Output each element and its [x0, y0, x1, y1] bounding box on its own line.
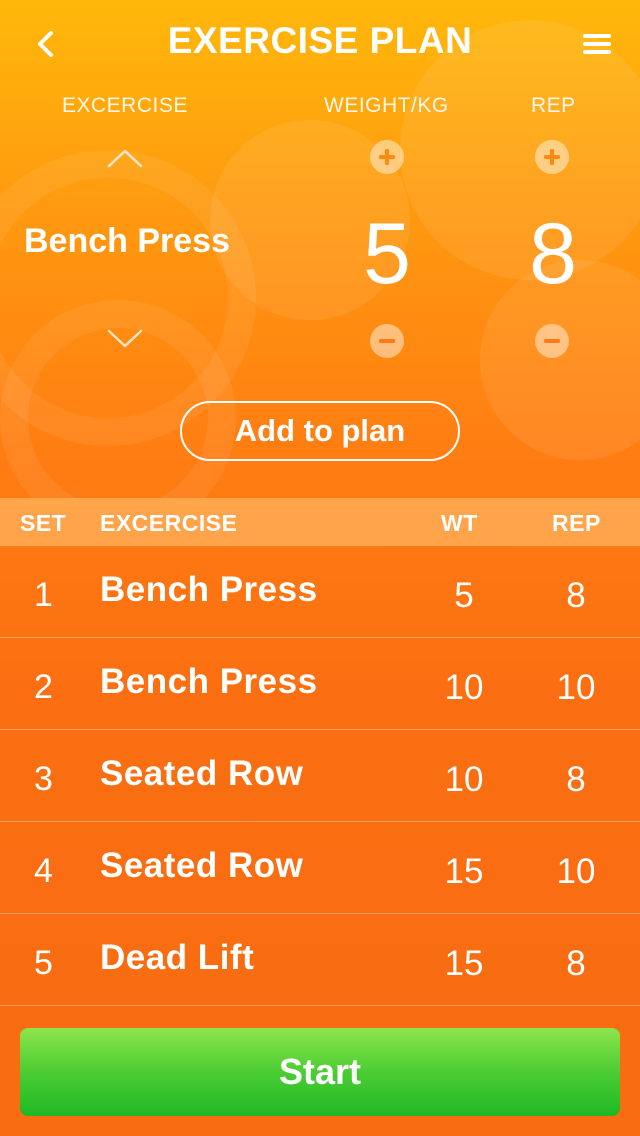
plus-circle-icon — [379, 149, 395, 165]
decrease-weight-button[interactable] — [370, 324, 404, 358]
rep-cell: 10 — [556, 852, 596, 891]
previous-exercise-button[interactable] — [105, 146, 145, 170]
table-row[interactable]: 3 Seated Row 10 8 — [0, 730, 640, 822]
weight-value: 5 — [363, 206, 411, 302]
weight-cell: 15 — [444, 852, 484, 891]
exercise-name: Seated Row — [100, 846, 304, 885]
chevron-down-icon — [107, 329, 143, 348]
decrease-rep-button[interactable] — [535, 324, 569, 358]
hamburger-menu-icon — [583, 34, 611, 54]
set-number: 1 — [34, 576, 53, 614]
back-button[interactable] — [26, 24, 66, 64]
exercise-column-header: EXCERCISE — [100, 510, 238, 536]
set-column-header: SET — [20, 510, 67, 536]
weight-column-label: WEIGHT/KG — [324, 94, 449, 117]
weight-cell: 10 — [444, 760, 484, 799]
plan-table-header: SET EXCERCISE WT REP — [0, 498, 640, 546]
set-number: 3 — [34, 760, 53, 798]
rep-value: 8 — [529, 206, 577, 302]
increase-rep-button[interactable] — [535, 140, 569, 174]
exercise-name: Bench Press — [100, 570, 318, 609]
wt-column-header: WT — [441, 510, 478, 536]
minus-circle-icon — [544, 339, 560, 343]
table-row[interactable]: 2 Bench Press 10 10 — [0, 638, 640, 730]
set-number: 2 — [34, 668, 53, 706]
set-number: 4 — [34, 852, 53, 890]
table-row[interactable]: 1 Bench Press 5 8 — [0, 546, 640, 638]
weight-cell: 5 — [454, 576, 474, 615]
next-exercise-button[interactable] — [105, 327, 145, 351]
weight-cell: 10 — [444, 668, 484, 707]
increase-weight-button[interactable] — [370, 140, 404, 174]
plus-circle-icon — [544, 149, 560, 165]
plan-table: 1 Bench Press 5 8 2 Bench Press 10 10 3 … — [0, 546, 640, 1006]
header-bar: EXERCISE PLAN — [0, 0, 640, 86]
table-row[interactable]: 5 Dead Lift 15 8 — [0, 914, 640, 1006]
rep-cell: 8 — [566, 760, 586, 799]
set-number: 5 — [34, 944, 53, 982]
chevron-left-icon — [38, 31, 53, 57]
table-row[interactable]: 4 Seated Row 15 10 — [0, 822, 640, 914]
current-exercise-value: Bench Press — [24, 222, 230, 260]
exercise-name: Dead Lift — [100, 938, 255, 977]
menu-button[interactable] — [576, 26, 618, 62]
rep-cell: 10 — [556, 668, 596, 707]
page-title: EXERCISE PLAN — [167, 20, 473, 61]
rep-cell: 8 — [566, 576, 586, 615]
rep-cell: 8 — [566, 944, 586, 983]
exercise-column-label: EXCERCISE — [62, 94, 188, 117]
chevron-up-icon — [107, 149, 143, 168]
rep-column-header: REP — [552, 510, 601, 536]
minus-circle-icon — [379, 339, 395, 343]
exercise-name: Bench Press — [100, 662, 318, 701]
weight-cell: 15 — [444, 944, 484, 983]
exercise-plan-screen: EXERCISE PLAN EXCERCISE WEIGHT/KG REP Be… — [0, 0, 640, 1136]
start-button[interactable]: Start — [20, 1028, 620, 1116]
rep-column-label: REP — [531, 94, 576, 117]
exercise-name: Seated Row — [100, 754, 304, 793]
add-to-plan-button[interactable]: Add to plan — [180, 401, 460, 461]
